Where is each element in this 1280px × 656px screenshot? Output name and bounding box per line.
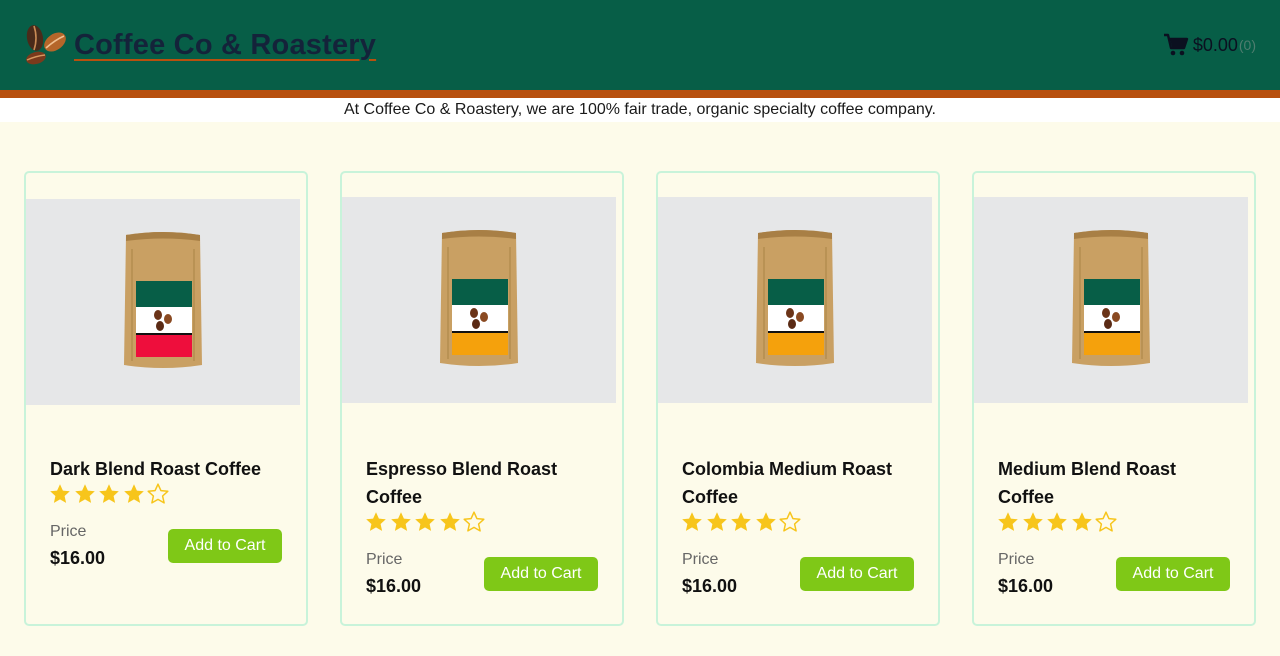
product-name[interactable]: Dark Blend Roast Coffee: [50, 455, 286, 483]
product-image[interactable]: [974, 197, 1248, 403]
star-empty-icon: [1095, 511, 1117, 532]
product-image[interactable]: [26, 199, 300, 405]
cart-total: $0.00: [1192, 34, 1238, 55]
coffee-beans-logo-icon: [26, 25, 66, 65]
price-label: Price: [366, 551, 403, 568]
product-name[interactable]: Medium Blend Roast Coffee: [998, 455, 1234, 511]
star-filled-icon: [755, 512, 776, 531]
add-to-cart-button[interactable]: Add to Cart: [484, 557, 598, 591]
product-name[interactable]: Colombia Medium Roast Coffee: [682, 455, 918, 511]
shopping-cart-icon: [1163, 33, 1189, 56]
price-value: $16.00: [998, 576, 1054, 596]
coffee-bag-image: [440, 230, 518, 366]
star-filled-icon: [366, 512, 386, 531]
star-filled-icon: [1071, 512, 1092, 531]
add-to-cart-button[interactable]: Add to Cart: [800, 557, 914, 591]
price-label: Price: [50, 523, 87, 540]
price-label: Price: [998, 551, 1035, 568]
star-empty-icon: [147, 483, 169, 504]
add-to-cart-button[interactable]: Add to Cart: [1116, 557, 1230, 591]
product-image[interactable]: [342, 197, 616, 403]
star-rating: [364, 510, 487, 534]
product-card: Colombia Medium Roast Coffee Price $16.00 A…: [656, 171, 940, 626]
cart-item-count: (0): [1238, 37, 1256, 53]
star-filled-icon: [50, 484, 70, 503]
price-value: $16.00: [50, 548, 106, 568]
star-rating: [48, 482, 171, 506]
star-rating: [996, 510, 1119, 534]
star-filled-icon: [682, 512, 702, 531]
coffee-bag-image: [124, 232, 202, 368]
star-filled-icon: [390, 512, 411, 531]
star-filled-icon: [415, 512, 435, 531]
star-filled-icon: [1022, 512, 1043, 531]
coffee-bag-image: [756, 230, 834, 366]
product-name[interactable]: Espresso Blend Roast Coffee: [366, 455, 602, 511]
product-card: Dark Blend Roast Coffee Price $16.00 Add to…: [24, 171, 308, 626]
add-to-cart-button[interactable]: Add to Cart: [168, 529, 282, 563]
product-card: Medium Blend Roast Coffee Price $16.00 Add …: [972, 171, 1256, 626]
star-empty-icon: [463, 511, 485, 532]
star-rating: [680, 510, 803, 534]
product-image[interactable]: [658, 197, 932, 403]
star-filled-icon: [731, 512, 751, 531]
star-filled-icon: [706, 512, 727, 531]
star-filled-icon: [1047, 512, 1067, 531]
price-value: $16.00: [682, 576, 738, 596]
brand-title[interactable]: Coffee Co & Roastery: [74, 29, 376, 62]
cart-summary-button[interactable]: $0.00 (0): [1163, 32, 1256, 58]
brand-home-link[interactable]: Coffee Co & Roastery: [22, 22, 376, 68]
header-accent-stripe: [0, 90, 1280, 98]
product-card: Espresso Blend Roast Coffee Price $16.00 Ad…: [340, 171, 624, 626]
star-filled-icon: [123, 484, 144, 503]
star-filled-icon: [439, 512, 460, 531]
star-filled-icon: [74, 484, 95, 503]
tagline: At Coffee Co & Roastery, we are 100% fai…: [0, 98, 1280, 122]
star-filled-icon: [998, 512, 1018, 531]
star-filled-icon: [99, 484, 119, 503]
price-label: Price: [682, 551, 719, 568]
coffee-bag-image: [1072, 230, 1150, 366]
price-value: $16.00: [366, 576, 422, 596]
star-empty-icon: [779, 511, 801, 532]
